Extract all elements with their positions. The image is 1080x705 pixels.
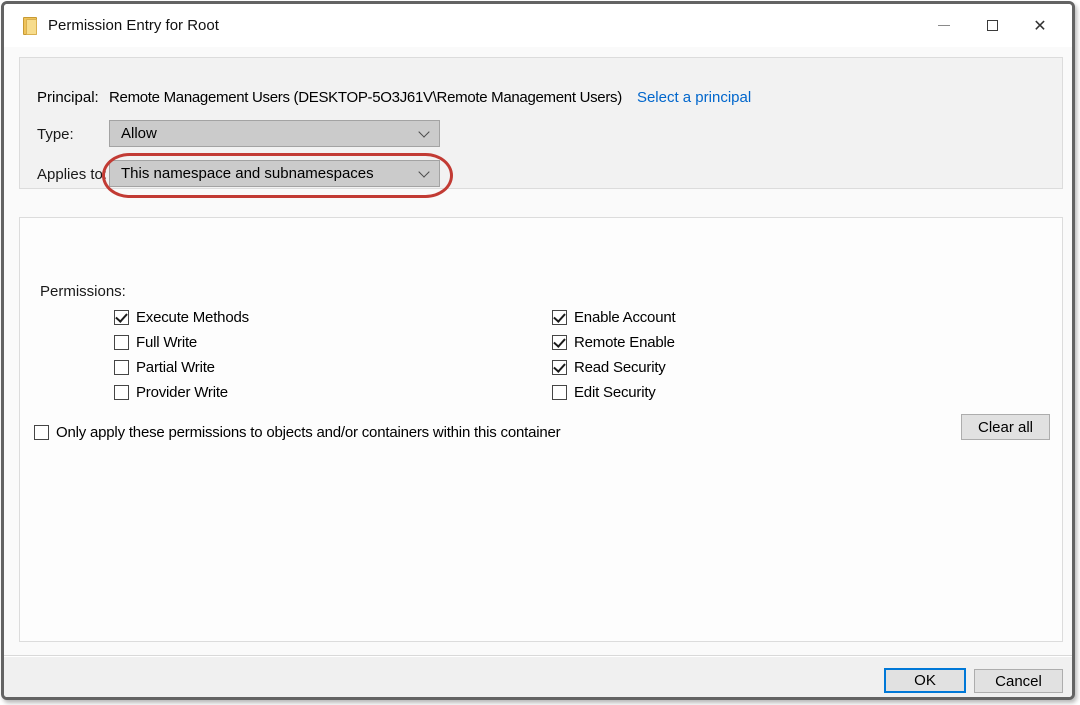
permission-checkbox[interactable] [114, 385, 129, 400]
folder-icon [23, 17, 37, 35]
permission-checkbox-label: Edit Security [574, 384, 656, 401]
permission-checkbox[interactable] [114, 335, 129, 350]
select-principal-link[interactable]: Select a principal [637, 89, 751, 106]
permission-checkbox-label: Remote Enable [574, 334, 675, 351]
type-dropdown[interactable]: Allow [109, 120, 440, 147]
chevron-down-icon [418, 126, 429, 137]
permission-entry-dialog: Permission Entry for Root ✕ Principal: R… [1, 1, 1075, 700]
close-icon: ✕ [1033, 18, 1046, 34]
chevron-down-icon [418, 166, 429, 177]
minimize-button[interactable] [920, 4, 968, 47]
maximize-icon [987, 20, 998, 31]
permission-checkbox-label: Execute Methods [136, 309, 249, 326]
screenshot: Permission Entry for Root ✕ Principal: R… [0, 0, 1080, 705]
permissions-section: Permissions: Execute Methods Full Write Pa… [19, 217, 1063, 642]
permission-row: Edit Security [552, 385, 675, 400]
minimize-icon [938, 25, 950, 26]
permission-checkbox-label: Enable Account [574, 309, 675, 326]
permissions-column-left: Execute Methods Full Write Partial Write Pr… [114, 310, 249, 410]
close-button[interactable]: ✕ [1016, 4, 1064, 47]
title-bar: Permission Entry for Root ✕ [4, 4, 1072, 47]
only-apply-label: Only apply these permissions to objects … [56, 424, 560, 441]
permission-row: Remote Enable [552, 335, 675, 350]
permission-row: Read Security [552, 360, 675, 375]
permission-checkbox[interactable] [114, 360, 129, 375]
only-apply-row: Only apply these permissions to objects … [34, 424, 560, 441]
permissions-column-right: Enable Account Remote Enable Read Security… [552, 310, 675, 410]
principal-label: Principal: [37, 89, 109, 106]
principal-row: Principal: Remote Management Users (DESK… [37, 89, 751, 106]
window-title: Permission Entry for Root [48, 17, 219, 34]
footer-bar: OK Cancel [4, 657, 1072, 697]
permission-row: Execute Methods [114, 310, 249, 325]
permission-checkbox-label: Full Write [136, 334, 197, 351]
only-apply-checkbox[interactable] [34, 425, 49, 440]
permission-row: Full Write [114, 335, 249, 350]
dialog-content: Principal: Remote Management Users (DESK… [4, 47, 1072, 697]
cancel-button[interactable]: Cancel [974, 669, 1063, 693]
principal-section: Principal: Remote Management Users (DESK… [19, 57, 1063, 189]
permission-checkbox[interactable] [552, 335, 567, 350]
maximize-button[interactable] [968, 4, 1016, 47]
permission-row: Enable Account [552, 310, 675, 325]
type-dropdown-value: Allow [121, 125, 157, 142]
permission-checkbox[interactable] [552, 360, 567, 375]
permission-checkbox[interactable] [552, 385, 567, 400]
permission-row: Provider Write [114, 385, 249, 400]
applies-to-dropdown[interactable]: This namespace and subnamespaces [109, 160, 440, 187]
permission-checkbox-label: Provider Write [136, 384, 228, 401]
clear-all-button[interactable]: Clear all [961, 414, 1050, 440]
permission-checkbox-label: Partial Write [136, 359, 215, 376]
type-label: Type: [37, 126, 74, 143]
window-controls: ✕ [920, 4, 1064, 47]
applies-to-dropdown-value: This namespace and subnamespaces [121, 165, 374, 182]
permissions-label: Permissions: [40, 283, 126, 300]
principal-value: Remote Management Users (DESKTOP-5O3J61V… [109, 89, 622, 106]
permission-row: Partial Write [114, 360, 249, 375]
permission-checkbox[interactable] [552, 310, 567, 325]
permission-checkbox[interactable] [114, 310, 129, 325]
applies-to-label: Applies to: [37, 166, 107, 183]
ok-button[interactable]: OK [884, 668, 966, 693]
permission-checkbox-label: Read Security [574, 359, 666, 376]
